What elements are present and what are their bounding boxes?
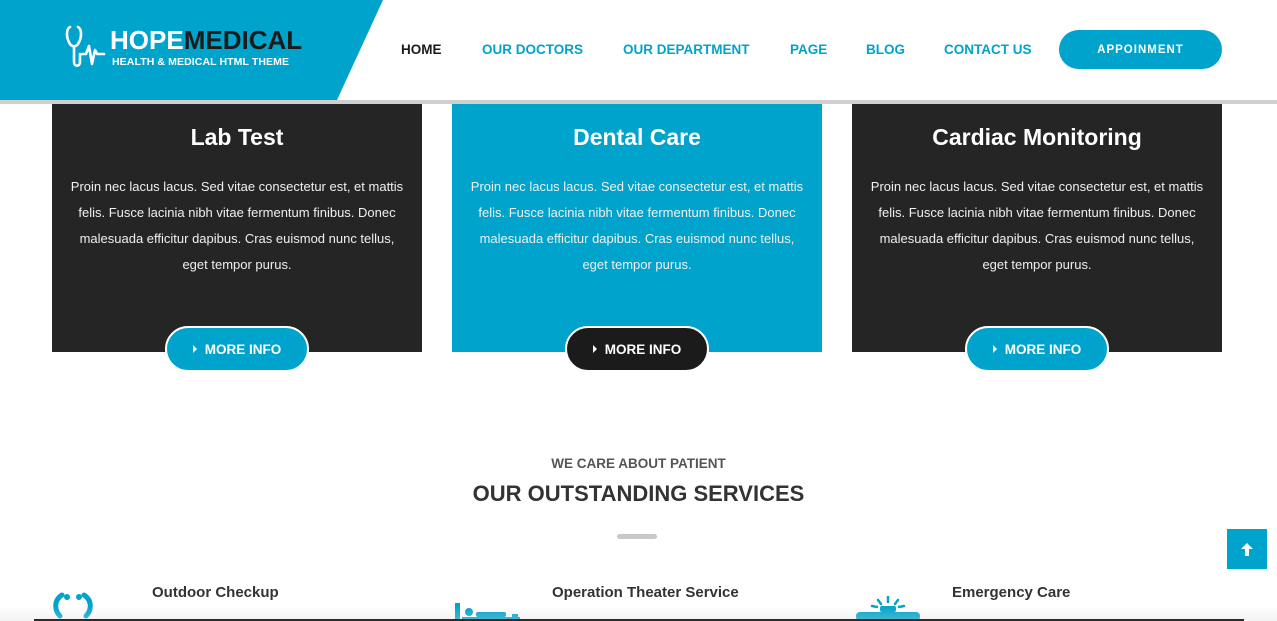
nav-item-home[interactable]: HOME — [401, 42, 442, 57]
nav-item-our-doctors[interactable]: OUR DOCTORS — [482, 42, 583, 57]
section-title: OUR OUTSTANDING SERVICES — [472, 481, 805, 506]
card-title: Dental Care — [573, 124, 701, 150]
card-title: Cardiac Monitoring — [932, 124, 1142, 150]
site-header: HOPEMEDICAL HEALTH & MEDICAL HTML THEME … — [0, 0, 1277, 104]
card-title: Lab Test — [190, 124, 284, 150]
caret-right-icon — [992, 345, 997, 353]
caret-right-icon — [592, 345, 597, 353]
brand-title-part1: HOPE — [110, 25, 184, 55]
appointment-button[interactable]: APPOINMENT — [1059, 30, 1222, 69]
brand-title[interactable]: HOPEMEDICAL — [110, 26, 302, 54]
card-text: Proin nec lacus lacus. Sed vitae consect… — [70, 179, 404, 272]
scroll-to-top-button[interactable] — [1227, 529, 1267, 569]
card-text: Proin nec lacus lacus. Sed vitae consect… — [470, 179, 804, 272]
more-info-label: MORE INFO — [1004, 341, 1082, 357]
service-card-cardiac-monitoring: Cardiac Monitoring Proin nec lacus lacus… — [852, 104, 1222, 352]
more-info-button-cardiac-monitoring[interactable]: MORE INFO — [965, 326, 1109, 372]
brand-subtitle: HEALTH & MEDICAL HTML THEME — [112, 56, 290, 68]
brand-title-part2: MEDICAL — [183, 25, 303, 55]
more-info-button-lab-test[interactable]: MORE INFO — [165, 326, 309, 372]
stethoscope-icon — [65, 25, 106, 68]
nav-item-contact-us[interactable]: CONTACT US — [944, 42, 1032, 57]
service-title-outdoor-checkup[interactable]: Outdoor Checkup — [152, 584, 279, 601]
nav-item-blog[interactable]: BLOG — [866, 42, 905, 57]
service-title-emergency-care[interactable]: Emergency Care — [952, 584, 1070, 601]
caret-right-icon — [192, 345, 197, 353]
arrow-up-icon — [1241, 542, 1253, 556]
service-title-operation-theater[interactable]: Operation Theater Service — [552, 584, 739, 601]
nav-item-our-department[interactable]: OUR DEPARTMENT — [623, 42, 750, 57]
service-card-lab-test: Lab Test Proin nec lacus lacus. Sed vita… — [52, 104, 422, 352]
more-info-label: MORE INFO — [204, 341, 282, 357]
more-info-button-dental-care[interactable]: MORE INFO — [565, 326, 709, 372]
service-card-dental-care: Dental Care Proin nec lacus lacus. Sed v… — [452, 104, 822, 352]
section-subtitle: WE CARE ABOUT PATIENT — [551, 456, 726, 471]
section-divider — [617, 534, 657, 539]
card-text: Proin nec lacus lacus. Sed vitae consect… — [870, 179, 1204, 272]
more-info-label: MORE INFO — [604, 341, 682, 357]
nav-item-page[interactable]: PAGE — [790, 42, 827, 57]
header-divider — [0, 100, 1277, 104]
